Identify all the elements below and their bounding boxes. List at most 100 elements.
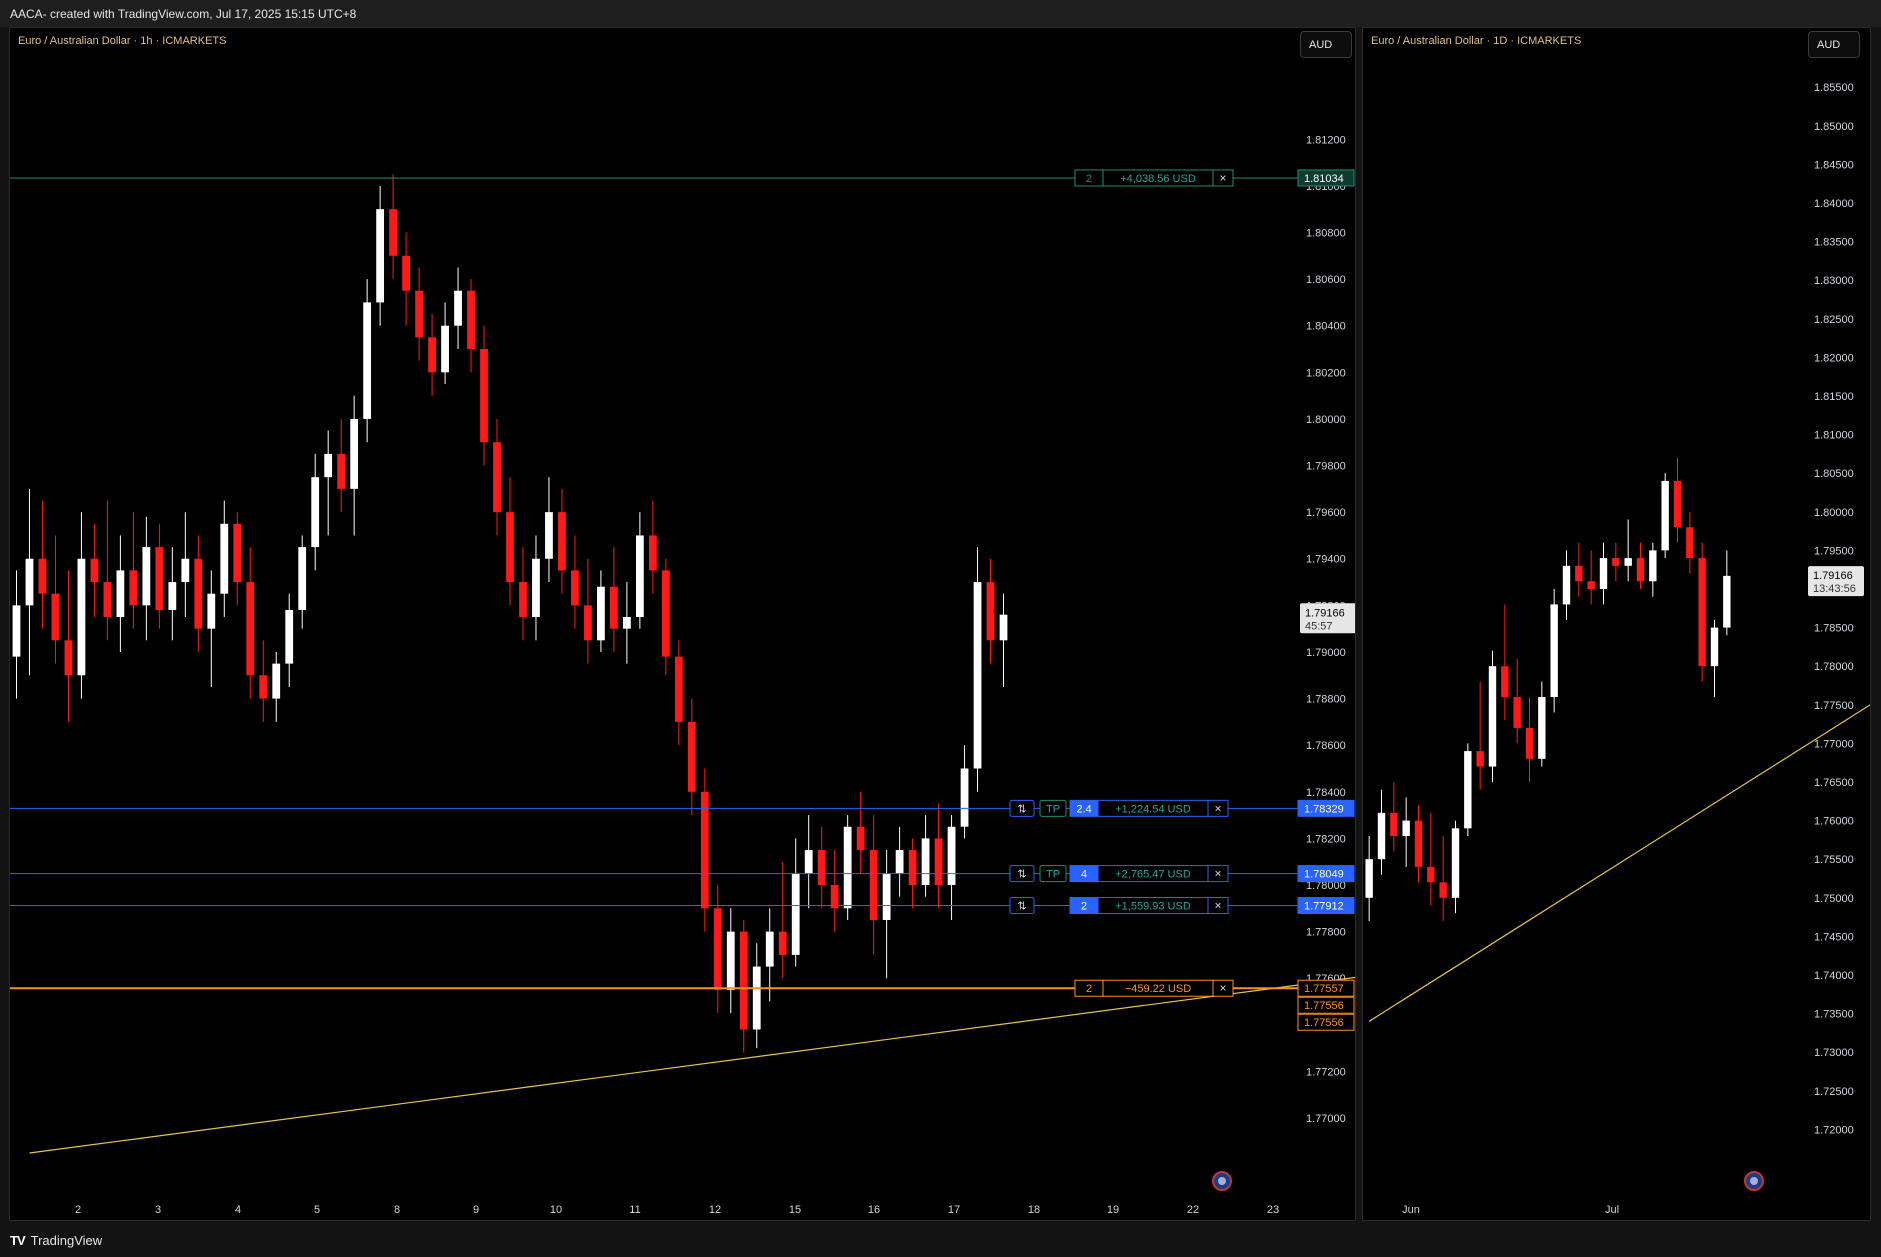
candle-body [38, 558, 47, 594]
candle-body [830, 885, 839, 909]
close-icon: × [1219, 981, 1226, 995]
candle-body [856, 826, 865, 851]
candle [337, 418, 346, 513]
candle [1673, 457, 1682, 543]
tradingview-brand[interactable]: TV TradingView [10, 1233, 102, 1248]
candle [272, 651, 281, 722]
candle [181, 512, 190, 618]
candle [129, 512, 138, 629]
candle [90, 523, 99, 618]
candle [584, 558, 592, 664]
candle [1723, 550, 1731, 636]
order-qty: 2 [1086, 983, 1092, 995]
time-axis-label: 3 [155, 1204, 161, 1216]
candle-body [1624, 558, 1632, 566]
tradingview-logo-icon: TV [10, 1233, 26, 1248]
australia-flag-icon[interactable] [1212, 1171, 1232, 1191]
candle [1501, 604, 1509, 721]
price-axis-label: 1.79500 [1814, 545, 1854, 557]
candle [402, 232, 410, 326]
order-price: 1.81034 [1304, 173, 1344, 185]
candle-body [817, 850, 826, 886]
order-qty: 2 [1081, 901, 1087, 913]
candle [1710, 619, 1719, 698]
order-price: 1.77557 [1304, 983, 1344, 995]
candle [1550, 588, 1558, 713]
candle-body [1686, 527, 1694, 559]
candle [1402, 797, 1410, 867]
price-axis-label: 1.74000 [1814, 970, 1854, 982]
currency-button-daily[interactable]: AUD [1808, 31, 1860, 58]
price-axis-label: 1.79600 [1306, 507, 1346, 519]
price-axis-label: 1.78500 [1814, 623, 1854, 635]
candle-body [441, 325, 449, 373]
price-axis-label: 1.78200 [1306, 833, 1346, 845]
candle [1377, 789, 1386, 875]
candle [700, 768, 709, 932]
candle-body [999, 614, 1008, 641]
candle [155, 523, 164, 629]
candle [12, 570, 21, 699]
candle [142, 516, 151, 641]
candle-body [947, 826, 956, 886]
australia-flag-icon[interactable] [1744, 1171, 1764, 1191]
order-pnl: +1,224.54 USD [1115, 803, 1191, 815]
candle [1649, 542, 1657, 597]
hourly-chart-canvas[interactable]: 1.812001.810001.808001.806001.804001.802… [10, 28, 1356, 1221]
close-icon: × [1214, 867, 1221, 881]
candle-body [103, 582, 112, 618]
tp-label: TP [1046, 803, 1060, 815]
candle [532, 535, 540, 641]
candle [986, 558, 995, 664]
candle [635, 512, 644, 629]
candle-body [973, 582, 982, 769]
candle-body [545, 512, 553, 559]
candle [324, 430, 333, 536]
brand-label: TradingView [30, 1233, 103, 1248]
left-chart-pane[interactable]: 1.81200 1.81000 1.80800 1.80600 1.80400 1.802… [9, 27, 1356, 1221]
price-axis-label: 1.75500 [1814, 854, 1854, 866]
candle-body [233, 523, 242, 583]
daily-chart-canvas[interactable]: 1.85500 1.85000 1.84500 1.84000 1.83500 1.830… [1363, 28, 1871, 1221]
price-axis-label: 1.82500 [1814, 314, 1854, 326]
candle [648, 500, 657, 594]
candle [1476, 681, 1484, 790]
candle [999, 593, 1008, 687]
candle-body [272, 663, 281, 699]
candle [233, 512, 242, 606]
candle [311, 453, 320, 571]
candle-body [363, 302, 372, 419]
right-chart-pane[interactable]: 1.85500 1.85000 1.84500 1.84000 1.83500 1.830… [1362, 27, 1871, 1221]
candle [895, 826, 904, 897]
candle-body [1501, 666, 1509, 698]
candle-body [376, 209, 385, 303]
candle [1587, 550, 1595, 605]
reverse-icon: ⇅ [1017, 803, 1026, 815]
order-price: 1.77912 [1304, 901, 1344, 913]
candle-body [674, 656, 683, 722]
candle [1562, 550, 1571, 620]
candle [194, 535, 203, 652]
price-axis-label: 1.80000 [1306, 414, 1346, 426]
candle [519, 547, 527, 641]
price-axis-label: 1.76500 [1814, 777, 1854, 789]
candle [454, 267, 462, 350]
candle-body [259, 675, 268, 699]
candle [467, 279, 475, 373]
tp-label: TP [1046, 869, 1060, 881]
candle [843, 815, 852, 920]
price-axis-label: 1.77200 [1306, 1066, 1346, 1078]
candle-body [1402, 820, 1410, 837]
candle-body [1661, 480, 1669, 551]
price-axis-label: 1.79800 [1306, 461, 1346, 473]
candle-body [1599, 558, 1608, 589]
candle [389, 174, 398, 280]
price-axis-label: 1.85500 [1814, 82, 1854, 94]
price-axis-label: 1.77500 [1814, 700, 1854, 712]
candle-body [1451, 828, 1460, 898]
candle-body [181, 558, 190, 583]
time-axis-label: 5 [314, 1204, 320, 1216]
candle-body [116, 570, 125, 618]
currency-button[interactable]: AUD [1300, 31, 1352, 58]
candle [64, 570, 73, 722]
